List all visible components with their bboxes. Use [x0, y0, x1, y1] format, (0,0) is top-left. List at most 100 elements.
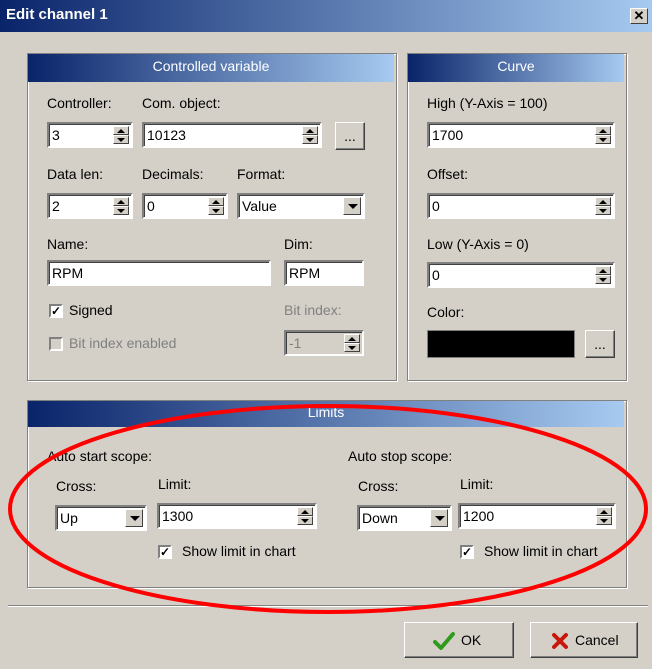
format-select[interactable]: Value — [237, 193, 365, 219]
high-label: High (Y-Axis = 100) — [427, 95, 548, 111]
spin-down-icon[interactable] — [596, 516, 612, 525]
spin-up-icon[interactable] — [113, 197, 129, 206]
chevron-down-icon[interactable] — [430, 509, 448, 527]
stop-show-limit-checkbox[interactable]: ✓ — [460, 545, 474, 559]
start-limit-value: 1300 — [162, 508, 194, 524]
start-limit-stepper[interactable]: 1300 — [157, 503, 317, 529]
check-icon: ✓ — [160, 545, 171, 559]
stop-cross-select[interactable]: Down — [357, 505, 452, 531]
stop-show-limit-label: Show limit in chart — [484, 543, 598, 559]
dim-value: RPM — [289, 265, 321, 281]
curve-header: Curve — [408, 54, 624, 82]
cancel-button[interactable]: Cancel — [530, 622, 638, 658]
close-button[interactable]: ✕ — [630, 8, 648, 24]
datalen-value: 2 — [52, 198, 60, 214]
ok-label: OK — [461, 632, 482, 648]
decimals-value: 0 — [147, 198, 155, 214]
chevron-down-icon[interactable] — [125, 509, 143, 527]
spin-down-icon[interactable] — [595, 275, 611, 284]
spin-down-icon[interactable] — [113, 206, 129, 215]
datalen-label: Data len: — [47, 166, 104, 182]
low-value: 0 — [432, 267, 440, 283]
color-browse-button[interactable]: ... — [585, 330, 615, 358]
limits-group — [27, 400, 627, 588]
check-icon — [433, 632, 455, 650]
spin-up-icon[interactable] — [297, 507, 313, 516]
controller-stepper[interactable]: 3 — [47, 122, 133, 148]
spin-down-icon[interactable] — [302, 135, 318, 144]
controlled-variable-header: Controlled variable — [28, 54, 394, 82]
check-icon: ✓ — [51, 304, 62, 318]
bitindex-enabled-label: Bit index enabled — [69, 335, 177, 351]
spin-up-icon[interactable] — [344, 334, 360, 343]
stop-cross-value: Down — [362, 510, 398, 526]
start-cross-label: Cross: — [56, 478, 97, 494]
chevron-down-icon[interactable] — [343, 197, 361, 215]
offset-stepper[interactable]: 0 — [427, 193, 615, 219]
spin-up-icon[interactable] — [595, 197, 611, 206]
spin-down-icon[interactable] — [595, 135, 611, 144]
start-show-limit-label: Show limit in chart — [182, 543, 296, 559]
spin-up-icon[interactable] — [302, 126, 318, 135]
dim-input[interactable]: RPM — [284, 260, 364, 286]
format-label: Format: — [237, 166, 286, 182]
bitindex-enabled-checkbox[interactable] — [49, 337, 63, 351]
bitindex-value: -1 — [289, 335, 302, 351]
start-limit-label: Limit: — [158, 476, 192, 492]
controlled-variable-title: Controlled variable — [152, 58, 270, 74]
spin-up-icon[interactable] — [208, 197, 224, 206]
window-title: Edit channel 1 — [6, 6, 108, 23]
curve-title: Curve — [497, 58, 535, 74]
high-value: 1700 — [432, 127, 464, 143]
color-swatch[interactable] — [427, 330, 575, 358]
spin-down-icon[interactable] — [344, 343, 360, 352]
cancel-label: Cancel — [575, 632, 619, 648]
low-label: Low (Y-Axis = 0) — [427, 236, 529, 252]
high-stepper[interactable]: 1700 — [427, 122, 615, 148]
spin-up-icon[interactable] — [595, 266, 611, 275]
low-stepper[interactable]: 0 — [427, 262, 615, 288]
decimals-stepper[interactable]: 0 — [142, 193, 228, 219]
window-titlebar[interactable]: Edit channel 1 — [0, 0, 652, 32]
ellipsis-icon: ... — [594, 336, 606, 352]
signed-label: Signed — [69, 302, 113, 318]
controller-label: Controller: — [47, 95, 112, 111]
start-show-limit-checkbox[interactable]: ✓ — [158, 545, 172, 559]
spin-down-icon[interactable] — [208, 206, 224, 215]
auto-start-label: Auto start scope: — [47, 448, 153, 464]
dim-label: Dim: — [284, 236, 313, 252]
footer-separator — [8, 605, 648, 607]
color-label: Color: — [427, 304, 465, 320]
controller-value: 3 — [52, 127, 60, 143]
name-label: Name: — [47, 236, 89, 252]
spin-down-icon[interactable] — [595, 206, 611, 215]
name-input[interactable]: RPM — [47, 260, 271, 286]
limits-header: Limits — [28, 401, 624, 427]
comobj-browse-button[interactable]: ... — [335, 122, 365, 150]
name-value: RPM — [52, 265, 84, 281]
bitindex-label: Bit index: — [284, 302, 342, 318]
decimals-label: Decimals: — [142, 166, 204, 182]
spin-up-icon[interactable] — [595, 126, 611, 135]
check-icon: ✓ — [462, 545, 473, 559]
spin-up-icon[interactable] — [113, 126, 129, 135]
ok-button[interactable]: OK — [404, 622, 514, 658]
spin-down-icon[interactable] — [113, 135, 129, 144]
comobj-label: Com. object: — [142, 95, 221, 111]
offset-value: 0 — [432, 198, 440, 214]
start-cross-select[interactable]: Up — [55, 505, 147, 531]
ellipsis-icon: ... — [344, 128, 356, 144]
stop-limit-value: 1200 — [463, 508, 495, 524]
auto-stop-label: Auto stop scope: — [348, 448, 453, 464]
datalen-stepper[interactable]: 2 — [47, 193, 133, 219]
spin-down-icon[interactable] — [297, 516, 313, 525]
stop-cross-label: Cross: — [358, 478, 399, 494]
comobj-stepper[interactable]: 10123 — [142, 122, 322, 148]
stop-limit-stepper[interactable]: 1200 — [458, 503, 616, 529]
comobj-value: 10123 — [147, 127, 186, 143]
spin-up-icon[interactable] — [596, 507, 612, 516]
bitindex-stepper[interactable]: -1 — [284, 330, 364, 356]
start-cross-value: Up — [60, 510, 78, 526]
offset-label: Offset: — [427, 166, 468, 182]
signed-checkbox[interactable]: ✓ — [49, 304, 63, 318]
